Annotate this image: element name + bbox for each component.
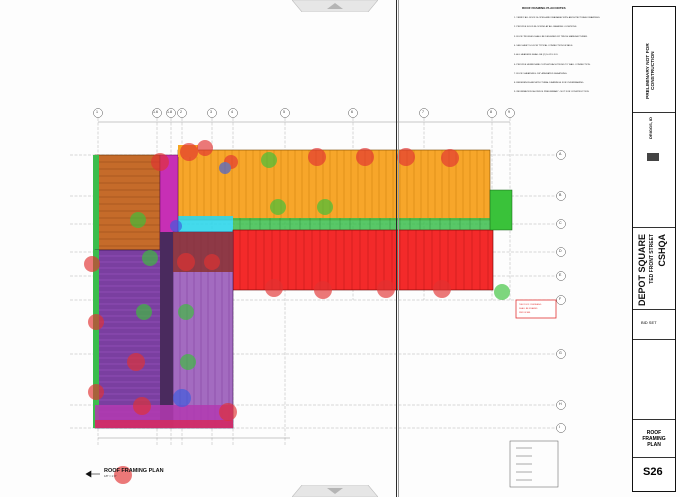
note-item: 4. SEE SHEET S-5 FOR TYPICAL CONNECTION … xyxy=(514,45,573,48)
bid-set-label: BID SET xyxy=(641,320,657,325)
notes-title: ROOF FRAMING PLAN NOTES xyxy=(522,6,566,10)
note-item: 5. ALL HEADERS SHALL BE (2) 2x12 U.N.O. xyxy=(514,54,559,57)
note-item: 2. PROVIDE SOLID BLOCKING AT ALL BEARING… xyxy=(514,26,577,29)
notes-list: 1. VERIFY ALL ROOF SLOPES AND DRAINAGE W… xyxy=(514,11,626,101)
green-left-edge xyxy=(93,155,99,250)
grid-row-label: B xyxy=(559,193,562,197)
orange-left-wing xyxy=(94,154,161,251)
grid-col-label: 1.8 xyxy=(167,110,172,114)
grid-row-label: I xyxy=(559,425,560,429)
note-item: 9. INFORMATION SHOWN IS PRELIMINARY - NO… xyxy=(514,91,590,94)
svg-text:THE ROOF OVERHANG: THE ROOF OVERHANG xyxy=(519,303,542,306)
grid-row-label: A xyxy=(559,152,562,156)
grid-row-label: E xyxy=(559,273,562,277)
drawing-viewer: THE ROOF OVERHANG SHALL BE FRAMED PER DE… xyxy=(0,0,680,497)
split-divider-shadow xyxy=(398,0,399,497)
bottom-red-strip xyxy=(95,420,233,428)
grid-col-label: 8 xyxy=(490,110,492,114)
north-arrow-icon xyxy=(85,470,100,478)
dark-left-strip xyxy=(160,232,173,428)
grid-row-label: F xyxy=(559,297,562,301)
firm-name: CSHQA xyxy=(657,234,667,267)
project-address: TED FRONT STREET xyxy=(649,234,655,284)
note-item: 3. ROOF TRUSSES SHALL BE DESIGNED BY TRU… xyxy=(514,35,588,38)
firm-logo-icon xyxy=(647,153,659,161)
grid-row-label: C xyxy=(559,221,562,225)
note-item: 7. ROOF SHEATHING: 5/8" APA RATED SHEATH… xyxy=(514,72,568,75)
svg-text:PER DETAIL: PER DETAIL xyxy=(519,311,531,314)
green-left-edge-lower xyxy=(93,250,99,428)
sheet-number: S26 xyxy=(643,466,663,478)
project-name: DEPOT SQUARE xyxy=(637,234,647,307)
plan-scale: 1/8" = 1'-0" xyxy=(104,475,117,478)
project-info-cell xyxy=(633,339,675,420)
note-item: 1. VERIFY ALL ROOF SLOPES AND DRAINAGE W… xyxy=(514,17,601,20)
sheet-number-cell: S26 xyxy=(633,457,675,492)
grid-col-label: 3 xyxy=(210,110,212,114)
grid-col-label: 1.6 xyxy=(153,110,158,114)
note-item: 6. PROVIDE HURRICANE CLIPS AT EACH TRUSS… xyxy=(514,63,591,66)
grid-col-label: 4 xyxy=(231,110,233,114)
grid-row-label: G xyxy=(559,351,562,355)
title-block: PRELIMINARY NOT FOR CONSTRUCTION DRIGGS,… xyxy=(632,6,676,492)
bid-set-cell: BID SET xyxy=(633,309,675,340)
legend xyxy=(509,440,559,488)
plan-title: ROOF FRAMING PLAN xyxy=(104,468,164,474)
grid-col-label: 7 xyxy=(422,110,424,114)
split-divider[interactable] xyxy=(396,0,397,497)
grid-col-label: 2 xyxy=(180,110,182,114)
grid-col-label: 5 xyxy=(283,110,285,114)
svg-text:SHALL BE FRAMED: SHALL BE FRAMED xyxy=(519,307,538,310)
city-label: DRIGGS, ID xyxy=(648,117,653,140)
grid-row-label: H xyxy=(559,402,562,406)
green-band xyxy=(233,218,493,230)
grid-col-label: 6 xyxy=(351,110,353,114)
logo-cell: DRIGGS, ID xyxy=(633,112,675,173)
grid-col-label: 1 xyxy=(96,110,98,114)
grid-row-label: D xyxy=(559,249,562,253)
note-item: 8. REFERENCE ARCHITECTURAL DRAWINGS FOR … xyxy=(514,82,584,85)
status-stamp: PRELIMINARY NOT FOR CONSTRUCTION xyxy=(646,43,656,99)
sheet-title: ROOF FRAMING PLAN xyxy=(642,430,666,448)
sheet-title-cell: ROOF FRAMING PLAN xyxy=(633,419,675,458)
grid-col-label: 9 xyxy=(508,110,510,114)
